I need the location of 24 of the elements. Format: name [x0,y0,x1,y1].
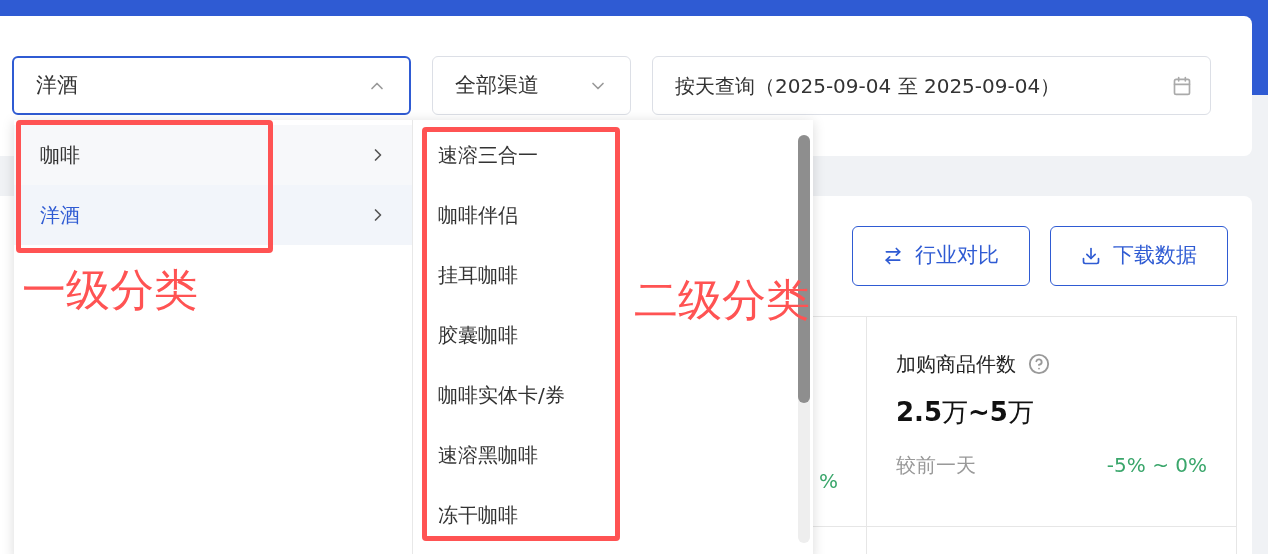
swap-arrows-icon [883,246,903,266]
category-option[interactable]: 洋酒 [14,185,412,245]
metric-value: 2.5万~5万 [896,396,1035,429]
subcategory-option[interactable]: 速溶黑咖啡 [413,425,538,485]
compare-label: 较前一天 [896,452,976,479]
metric-title: 加购商品件数 [896,351,1016,378]
subcategory-option[interactable]: 速溶三合一 [413,125,538,185]
category-option[interactable]: 咖啡 [14,125,412,185]
download-icon [1081,246,1101,266]
subcategory-option[interactable]: 挂耳咖啡 [413,245,518,305]
date-range-field[interactable]: 按天查询（2025-09-04 至 2025-09-04） [652,56,1211,115]
annotation-label: 一级分类 [22,263,198,317]
help-icon [1028,353,1050,375]
change-value: -5% ~ 0% [1106,452,1207,479]
subcategory-option[interactable]: 胶囊咖啡 [413,305,518,365]
change-value: % [819,468,838,495]
category-select[interactable]: 洋酒 [12,56,411,115]
compare-button[interactable]: 行业对比 [852,226,1030,286]
channel-select[interactable]: 全部渠道 [432,56,631,115]
subcategory-option[interactable]: 冻干咖啡 [413,485,518,545]
subcategory-option[interactable]: 咖啡实体卡/券 [413,365,565,425]
subcategory-option[interactable]: 咖啡伴侣 [413,185,518,245]
download-button[interactable]: 下载数据 [1050,226,1228,286]
calendar-icon [1172,75,1192,96]
